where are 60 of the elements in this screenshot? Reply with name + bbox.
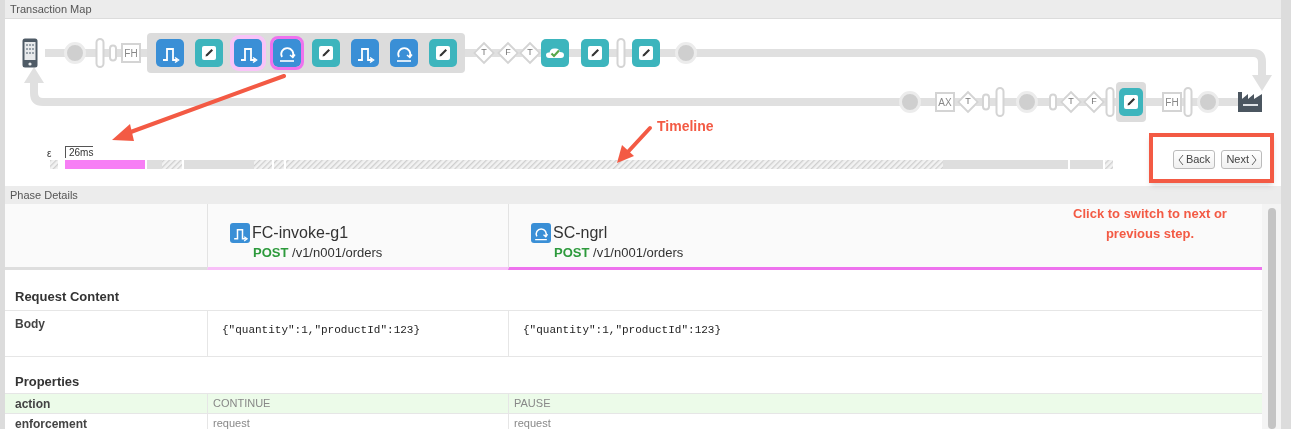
- step-node[interactable]: [350, 39, 379, 67]
- gate-node[interactable]: [616, 38, 626, 68]
- annotation-label: Timeline: [657, 117, 714, 136]
- gate-node[interactable]: [1049, 93, 1057, 111]
- gate-node[interactable]: [995, 87, 1005, 117]
- step-node[interactable]: [311, 39, 340, 67]
- step-node[interactable]: [1119, 88, 1143, 116]
- timeline-duration-label: 26ms: [65, 146, 94, 158]
- step-node[interactable]: [632, 39, 660, 67]
- step-node[interactable]: [581, 39, 609, 67]
- table-cell: {"quantity":1,"productId":123}: [207, 310, 508, 356]
- timeline-start-label: ε: [47, 147, 52, 161]
- step-name: FC-invoke-g1: [252, 223, 349, 243]
- step-node[interactable]: [155, 39, 184, 67]
- junction-node[interactable]: [675, 42, 697, 64]
- row-label: Body: [14, 315, 46, 333]
- annotation-label: Click to switch to next or previous step.: [1072, 205, 1228, 243]
- decision-node[interactable]: T: [472, 41, 496, 65]
- row-label: action: [14, 395, 52, 413]
- step-name: SC-ngrl: [553, 223, 608, 243]
- factory-icon[interactable]: [1238, 92, 1262, 112]
- junction-node[interactable]: [64, 42, 86, 64]
- label-node[interactable]: FH: [121, 43, 141, 63]
- section-title: Request Content: [14, 288, 120, 306]
- junction-node[interactable]: [899, 91, 921, 113]
- panel-header: Transaction Map: [5, 0, 1281, 19]
- chevron-left-icon: [1177, 153, 1184, 166]
- decision-node[interactable]: T: [1059, 90, 1083, 114]
- row-label: enforcement: [14, 415, 89, 429]
- phone-icon[interactable]: [22, 38, 38, 68]
- gate-node[interactable]: [95, 38, 105, 68]
- step-node[interactable]: [428, 39, 457, 67]
- request-line: POST /v1/n001/orders: [553, 245, 685, 261]
- gate-node[interactable]: [982, 93, 990, 111]
- back-button[interactable]: Back: [1172, 150, 1216, 169]
- label-node[interactable]: FH: [1162, 92, 1182, 112]
- timeline-bar-drawing[interactable]: [50, 160, 1113, 169]
- chevron-right-icon: [1251, 153, 1257, 166]
- step-node[interactable]: [272, 39, 301, 67]
- gate-node[interactable]: [109, 44, 117, 62]
- annotation-arrow: [617, 126, 652, 163]
- section-title: Properties: [14, 372, 81, 391]
- step-node[interactable]: [541, 39, 569, 67]
- gate-node[interactable]: [1105, 87, 1115, 117]
- decision-node[interactable]: F: [496, 41, 520, 65]
- table-cell: request: [207, 414, 508, 429]
- step-node[interactable]: [389, 39, 418, 67]
- step-node[interactable]: [194, 39, 223, 67]
- junction-node[interactable]: [1016, 91, 1038, 113]
- decision-node[interactable]: T: [518, 41, 542, 65]
- gate-node[interactable]: [1183, 87, 1193, 117]
- decision-node[interactable]: T: [956, 90, 980, 114]
- next-button[interactable]: Next: [1221, 150, 1262, 169]
- junction-node[interactable]: [1197, 91, 1219, 113]
- label-node[interactable]: AX: [935, 92, 955, 112]
- column-header[interactable]: FC-invoke-g1 POST /v1/n001/orders: [207, 204, 508, 270]
- panel-header: Phase Details: [5, 186, 1281, 204]
- request-line: POST /v1/n001/orders: [252, 245, 384, 261]
- decision-node[interactable]: F: [1082, 90, 1106, 114]
- scrollbar[interactable]: [1262, 204, 1281, 429]
